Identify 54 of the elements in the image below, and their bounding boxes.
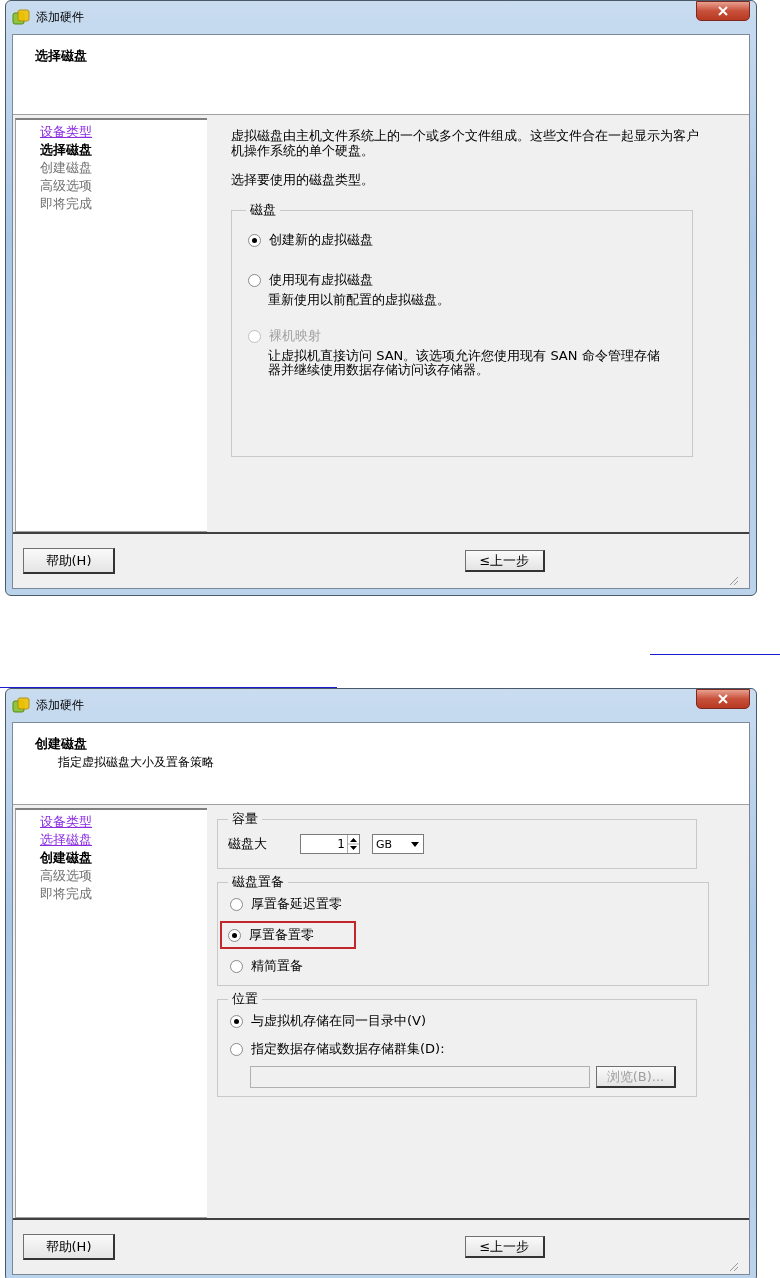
step-item[interactable]: 高级选项 xyxy=(40,177,207,195)
resize-grip-icon[interactable] xyxy=(727,574,739,586)
back-button[interactable]: ≤上一步 xyxy=(465,550,545,572)
page-title: 创建磁盘 xyxy=(35,735,88,753)
step-item[interactable]: 选择磁盘 xyxy=(40,831,207,849)
radio-button[interactable] xyxy=(230,1014,243,1028)
spinner-arrows-icon[interactable] xyxy=(348,835,359,853)
radio-button[interactable] xyxy=(230,1042,243,1056)
page-subtitle: 指定虚拟磁盘大小及置备策略 xyxy=(57,754,215,771)
option-label: 裸机映射 xyxy=(269,327,321,345)
close-button[interactable] xyxy=(696,689,750,709)
radio-button[interactable] xyxy=(248,233,261,247)
step-item[interactable]: 创建磁盘 xyxy=(40,849,207,867)
option-label: 指定数据存储或数据存储群集(D): xyxy=(251,1040,445,1058)
option-label: 厚置备置零 xyxy=(249,926,314,944)
radio-button[interactable] xyxy=(230,897,243,911)
help-button[interactable]: 帮助(H) xyxy=(23,1234,115,1260)
step-item[interactable]: 高级选项 xyxy=(40,867,207,885)
step-item[interactable]: 设备类型 xyxy=(40,123,207,141)
option-label: 厚置备延迟置零 xyxy=(251,895,342,913)
group-title: 磁盘置备 xyxy=(231,873,285,891)
description-text: 虚拟磁盘由主机文件系统上的一个或多个文件组成。这些文件合在一起显示为客户机操作系统的单个硬盘。 xyxy=(231,128,700,158)
app-logo-icon xyxy=(12,8,30,27)
app-logo-icon xyxy=(12,696,30,715)
window-title: 添加硬件 xyxy=(36,697,84,714)
group-title: 位置 xyxy=(231,990,259,1008)
close-icon[interactable] xyxy=(718,6,728,16)
option-label: 与虚拟机存储在同一目录中(V) xyxy=(251,1012,427,1030)
group-title: 磁盘 xyxy=(249,201,277,219)
step-item[interactable]: 选择磁盘 xyxy=(40,141,207,159)
option-description: 让虚拟机直接访问 SAN。该选项允许您使用现有 SAN 命令管理存储器并继续使用数据存储访问该存储器。 xyxy=(268,349,661,377)
back-button[interactable]: ≤上一步 xyxy=(465,1236,545,1258)
help-button[interactable]: 帮助(H) xyxy=(23,548,115,574)
resize-grip-icon[interactable] xyxy=(727,1260,739,1272)
radio-button[interactable] xyxy=(228,928,241,942)
size-spinner[interactable]: 1 xyxy=(300,834,360,854)
radio-button[interactable] xyxy=(248,273,261,287)
step-item[interactable]: 创建磁盘 xyxy=(40,159,207,177)
field-label: 磁盘大 xyxy=(228,835,268,853)
description-text: 选择要使用的磁盘类型。 xyxy=(231,172,375,187)
option-label: 创建新的虚拟磁盘 xyxy=(269,231,373,249)
option-label: 精简置备 xyxy=(251,957,303,975)
step-item[interactable]: 即将完成 xyxy=(40,885,207,903)
radio-button[interactable] xyxy=(230,959,243,973)
step-item[interactable]: 设备类型 xyxy=(40,813,207,831)
close-icon[interactable] xyxy=(718,694,728,704)
group-title: 容量 xyxy=(231,810,259,828)
step-item[interactable]: 即将完成 xyxy=(40,195,207,213)
page-title: 选择磁盘 xyxy=(35,47,88,65)
unit-dropdown[interactable]: GB xyxy=(372,834,424,854)
option-label: 使用现有虚拟磁盘 xyxy=(269,271,373,289)
window-title: 添加硬件 xyxy=(36,9,84,26)
option-description: 重新使用以前配置的虚拟磁盘。 xyxy=(268,293,451,307)
close-button[interactable] xyxy=(696,1,750,21)
